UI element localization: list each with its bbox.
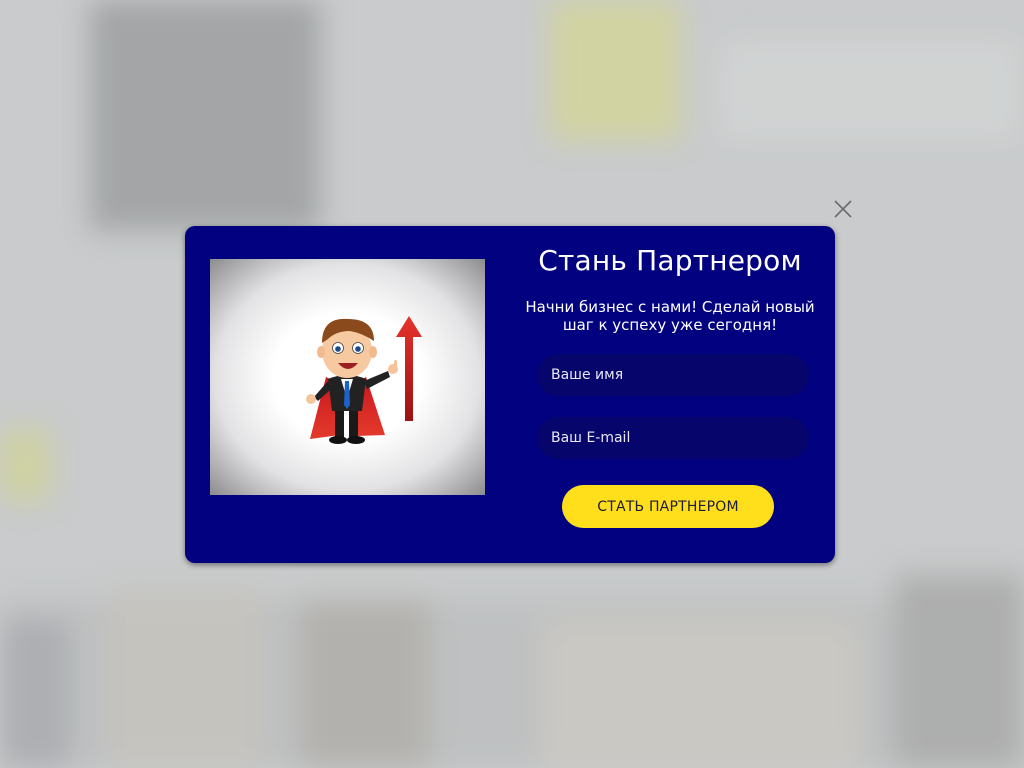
businessman-superhero-icon (306, 316, 422, 444)
popup-subtitle: Начни бизнес с нами! Сделай новый шаг к … (525, 298, 815, 334)
close-icon (834, 200, 852, 218)
email-input[interactable] (537, 417, 809, 459)
partner-popup: Стань Партнером Начни бизнес с нами! Сде… (185, 226, 835, 563)
name-input[interactable] (537, 354, 809, 396)
promo-image (210, 259, 485, 495)
popup-title: Стань Партнером (538, 244, 802, 277)
close-button[interactable] (832, 198, 854, 220)
become-partner-button[interactable]: СТАТЬ ПАРТНЕРОМ (562, 485, 774, 528)
